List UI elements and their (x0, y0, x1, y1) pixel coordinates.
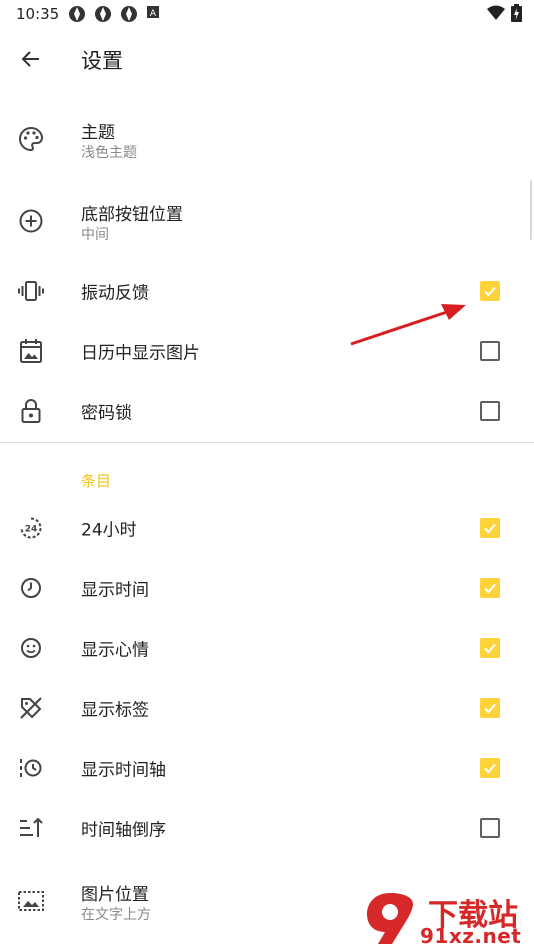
app-notification-icon (69, 6, 85, 22)
entry-timeline-reverse[interactable]: 时间轴倒序 (0, 798, 534, 858)
system-status-icons (487, 4, 522, 22)
entry-label: 图片位置 (81, 885, 149, 905)
smiley-icon (16, 633, 46, 663)
wifi-icon (487, 5, 505, 20)
vibration-checkbox[interactable] (480, 281, 500, 301)
entry-label: 时间轴倒序 (81, 820, 166, 841)
entry-show-time[interactable]: 显示时间 (0, 558, 534, 618)
svg-text:A: A (150, 9, 157, 19)
entry-label: 显示标签 (81, 700, 149, 721)
setting-value: 中间 (81, 227, 109, 243)
watermark-url: 91xz.net (420, 924, 522, 948)
entry-show-timeline[interactable]: 显示时间轴 (0, 738, 534, 798)
svg-text:24: 24 (25, 525, 38, 535)
section-header-entries: 条目 (81, 472, 112, 490)
section-divider (0, 442, 534, 443)
check-icon (484, 643, 496, 654)
setting-calendar-show-images[interactable]: 日历中显示图片 (0, 321, 534, 381)
timeline-icon (16, 753, 46, 783)
status-bar: 10:35 A (0, 0, 534, 28)
show-tags-checkbox[interactable] (480, 698, 500, 718)
check-icon (484, 523, 496, 534)
entry-show-mood[interactable]: 显示心情 (0, 618, 534, 678)
check-icon (484, 763, 496, 774)
show-time-checkbox[interactable] (480, 578, 500, 598)
hours-24-icon: 24 (16, 513, 46, 543)
setting-theme[interactable]: 主题 浅色主题 (0, 109, 534, 169)
watermark-logo: 下载站 91xz.net (362, 888, 534, 950)
entry-label: 显示心情 (81, 640, 149, 661)
tag-icon (16, 693, 46, 723)
entry-show-tags[interactable]: 显示标签 (0, 678, 534, 738)
palette-icon (16, 124, 46, 154)
vibration-icon (16, 276, 46, 306)
setting-label: 底部按钮位置 (81, 205, 183, 225)
24-hour-checkbox[interactable] (480, 518, 500, 538)
show-timeline-checkbox[interactable] (480, 758, 500, 778)
page-title: 设置 (81, 49, 123, 73)
setting-label: 日历中显示图片 (81, 343, 200, 364)
setting-label: 主题 (81, 123, 115, 143)
setting-vibration-feedback[interactable]: 振动反馈 (0, 261, 534, 321)
setting-label: 振动反馈 (81, 283, 149, 304)
entry-value: 在文字上方 (81, 907, 151, 923)
scrollbar[interactable] (530, 180, 532, 240)
calendar-icon (16, 336, 46, 366)
setting-bottom-button-position[interactable]: 底部按钮位置 中间 (0, 191, 534, 251)
entry-label: 24小时 (81, 520, 137, 541)
watermark-badge-icon (367, 893, 413, 944)
setting-password-lock[interactable]: 密码锁 (0, 381, 534, 441)
back-button[interactable] (14, 42, 48, 76)
setting-value: 浅色主题 (81, 145, 137, 161)
clock-icon (16, 573, 46, 603)
arrow-back-icon (21, 51, 39, 67)
show-mood-checkbox[interactable] (480, 638, 500, 658)
battery-charging-icon (511, 4, 522, 22)
notification-icons: A (68, 5, 160, 23)
entry-label: 显示时间轴 (81, 760, 166, 781)
check-icon (484, 583, 496, 594)
lock-icon (16, 396, 46, 426)
status-time: 10:35 (16, 5, 60, 23)
entry-label: 显示时间 (81, 580, 149, 601)
setting-label: 密码锁 (81, 403, 132, 424)
app-notification-icon (95, 6, 111, 22)
calendar-images-checkbox[interactable] (480, 341, 500, 361)
sort-icon (16, 813, 46, 843)
image-position-icon (16, 886, 46, 916)
entry-24-hour[interactable]: 24 24小时 (0, 498, 534, 558)
app-bar: 设置 (0, 30, 534, 86)
check-icon (484, 703, 496, 714)
app-notification-icon (121, 6, 137, 22)
keyboard-a-icon: A (147, 6, 159, 19)
add-circle-icon (16, 206, 46, 236)
password-lock-checkbox[interactable] (480, 401, 500, 421)
check-icon (484, 286, 496, 297)
timeline-reverse-checkbox[interactable] (480, 818, 500, 838)
